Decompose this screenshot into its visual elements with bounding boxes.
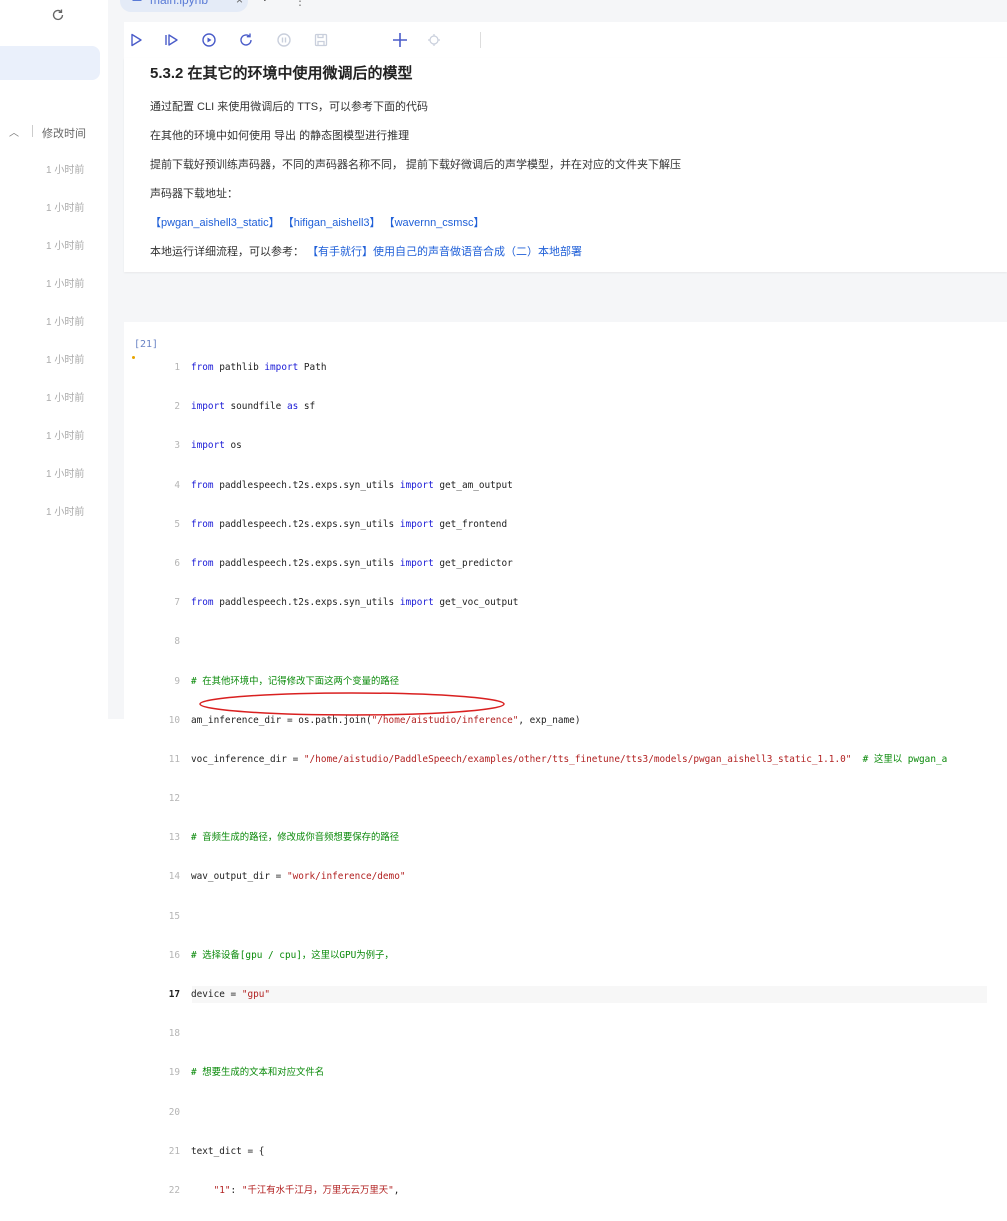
file-browser-sidebar: ︿ 修改时间 1 小时前 1 小时前 1 小时前 1 小时前 1 小时前 1 小… bbox=[0, 0, 108, 719]
code-line: 2 import soundfile as sf bbox=[174, 401, 316, 413]
tab-bar: main.ipynb × + ⋮ bbox=[108, 0, 1007, 14]
target-icon[interactable] bbox=[427, 33, 441, 47]
code-line: 3 import os bbox=[174, 440, 242, 452]
section-heading: 5.3.2 在其它的环境中使用微调后的模型 bbox=[150, 65, 413, 82]
markdown-paragraph: 在其他的环境中如何使用 导出 的静态图模型进行推理 bbox=[150, 130, 410, 142]
markdown-cell[interactable]: 5.3.2 在其它的环境中使用微调后的模型 通过配置 CLI 来使用微调后的 T… bbox=[124, 58, 1007, 272]
run-icon[interactable] bbox=[128, 32, 144, 48]
close-icon[interactable]: × bbox=[236, 0, 243, 11]
interrupt-icon[interactable] bbox=[276, 32, 292, 48]
save-icon[interactable] bbox=[313, 32, 329, 48]
execution-count: [21] bbox=[134, 339, 159, 350]
notebook-icon bbox=[132, 0, 142, 1]
sort-chevron-icon[interactable]: ︿ bbox=[9, 124, 19, 139]
link-hifigan-aishell3[interactable]: 【hifigan_aishell3】 bbox=[283, 217, 381, 229]
run-all-icon[interactable] bbox=[164, 32, 180, 48]
file-modified-time: 1 小时前 bbox=[46, 241, 85, 252]
notebook-toolbar bbox=[124, 22, 1007, 58]
column-divider bbox=[32, 125, 33, 137]
code-line: 8 bbox=[174, 636, 180, 648]
add-cell-icon[interactable] bbox=[392, 32, 408, 48]
markdown-paragraph: 声码器下载地址： bbox=[150, 188, 238, 200]
file-modified-time: 1 小时前 bbox=[46, 469, 85, 480]
toolbar-divider bbox=[480, 32, 481, 48]
code-line: 13 # 音频生成的路径，修改成你音频想要保存的路径 bbox=[168, 832, 400, 844]
file-modified-time: 1 小时前 bbox=[46, 203, 85, 214]
refresh-icon[interactable] bbox=[51, 8, 65, 22]
code-line: 4 from paddlespeech.t2s.exps.syn_utils im… bbox=[174, 479, 513, 491]
code-line: 11 voc_inference_dir = "/home/aistudio/Pa… bbox=[168, 753, 948, 765]
file-modified-time: 1 小时前 bbox=[46, 165, 85, 176]
tab-main-ipynb[interactable]: main.ipynb × bbox=[120, 0, 248, 12]
code-line: 6 from paddlespeech.t2s.exps.syn_utils im… bbox=[174, 557, 513, 569]
file-modified-time: 1 小时前 bbox=[46, 279, 85, 290]
markdown-paragraph: 提前下载好预训练声码器，不同的声码器名称不同， 提前下载好微调后的声学模型，并在… bbox=[150, 159, 682, 171]
file-modified-time: 1 小时前 bbox=[46, 431, 85, 442]
modified-indicator bbox=[132, 356, 135, 359]
more-options-icon[interactable]: ⋮ bbox=[294, 0, 306, 8]
code-line: 5 from paddlespeech.t2s.exps.syn_utils im… bbox=[174, 518, 508, 530]
code-line: 14 wav_output_dir = "work/inference/demo" bbox=[168, 871, 406, 883]
restart-icon[interactable] bbox=[238, 32, 254, 48]
notebook-area: main.ipynb × + ⋮ 5.3.2 在其它的环境中使用微调后的模型 通… bbox=[108, 0, 1007, 1196]
code-line-current: 17 device = "gpu" bbox=[156, 986, 988, 1004]
file-modified-time: 1 小时前 bbox=[46, 355, 85, 366]
code-line: 22 "1": "千江有水千江月，万里无云万里天", bbox=[168, 1184, 400, 1196]
file-modified-time: 1 小时前 bbox=[46, 393, 85, 404]
code-cell[interactable]: [21] 1 from pathlib import Path 2 import s… bbox=[124, 322, 1007, 1196]
markdown-paragraph: 本地运行详细流程，可以参考： 【有手就行】使用自己的声音做语音合成（二）本地部署 bbox=[150, 243, 582, 259]
code-line: 18 bbox=[168, 1028, 180, 1040]
run-reset-icon[interactable] bbox=[201, 32, 217, 48]
code-line: 16 # 选择设备[gpu / cpu]，这里以GPU为例子， bbox=[168, 949, 394, 961]
red-annotation-ellipse bbox=[199, 692, 505, 716]
link-wavernn-csmsc[interactable]: 【wavernn_csmsc】 bbox=[384, 217, 485, 229]
code-editor[interactable]: 1 from pathlib import Path 2 import soundf… bbox=[156, 337, 988, 1221]
code-line: 12 bbox=[168, 793, 180, 805]
code-line: 1 from pathlib import Path bbox=[174, 362, 327, 373]
tab-label: main.ipynb bbox=[150, 0, 209, 7]
code-line: 7 from paddlespeech.t2s.exps.syn_utils im… bbox=[174, 597, 519, 609]
file-modified-time: 1 小时前 bbox=[46, 317, 85, 328]
code-line: 15 bbox=[168, 910, 180, 922]
download-links: 【pwgan_aishell3_static】 【hifigan_aishell… bbox=[150, 214, 484, 230]
reference-text: 本地运行详细流程，可以参考： bbox=[150, 246, 304, 258]
link-local-deploy[interactable]: 【有手就行】使用自己的声音做语音合成（二）本地部署 bbox=[307, 246, 582, 258]
code-line: 21 text_dict = { bbox=[168, 1145, 265, 1157]
code-line: 9 # 在其他环境中，记得修改下面这两个变量的路径 bbox=[174, 675, 400, 687]
file-modified-time: 1 小时前 bbox=[46, 507, 85, 518]
selected-file-row[interactable] bbox=[0, 46, 100, 80]
new-tab-plus-icon[interactable]: + bbox=[259, 0, 271, 9]
link-pwgan-aishell3-static[interactable]: 【pwgan_aishell3_static】 bbox=[150, 217, 280, 229]
markdown-paragraph: 通过配置 CLI 来使用微调后的 TTS，可以参考下面的代码 bbox=[150, 101, 429, 113]
code-line: 20 bbox=[168, 1106, 180, 1118]
code-line: 19 # 想要生成的文本和对应文件名 bbox=[168, 1067, 325, 1079]
modified-time-header[interactable]: 修改时间 bbox=[42, 125, 86, 141]
